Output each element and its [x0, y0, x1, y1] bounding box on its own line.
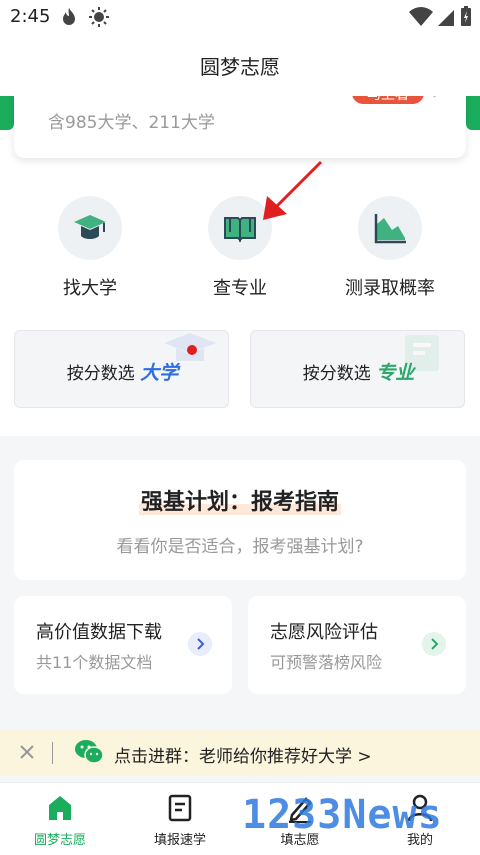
- page-title: 圆梦志愿: [200, 55, 280, 79]
- guide-subtitle: 看看你是否适合，报考强基计划?: [116, 537, 364, 557]
- quick-admission-probability[interactable]: 测录取概率: [320, 196, 460, 306]
- quick-find-university[interactable]: 找大学: [20, 196, 160, 306]
- strong-base-guide-card[interactable]: 强基计划：报考指南 看看你是否适合，报考强基计划?: [14, 460, 466, 580]
- carousel-edge-left: [0, 96, 14, 130]
- select-university-by-score-button[interactable]: 按分数选 大学: [14, 330, 229, 408]
- signal-icon: [438, 10, 454, 26]
- wifi-icon: [409, 7, 433, 26]
- select-major-by-score-button[interactable]: 按分数选 专业: [250, 330, 465, 408]
- tab-quick-learn[interactable]: 填报速学: [120, 783, 240, 855]
- sun-icon: [89, 7, 109, 27]
- app-header: 圆梦志愿: [0, 34, 480, 96]
- area-chart-icon: [374, 214, 406, 244]
- join-group-banner[interactable]: 点击进群：老师给你推荐好大学 >: [0, 730, 480, 776]
- score-card-text: 按分数选 大学: [15, 358, 228, 385]
- divider: [52, 742, 53, 764]
- quick-label: 找大学: [63, 278, 117, 299]
- score-highlight: 大学: [140, 362, 179, 384]
- tab-label: 圆梦志愿: [33, 833, 86, 848]
- status-bar: 2:45: [0, 0, 480, 34]
- top-panel: 马上看 含985大学、211大学 找大学: [0, 96, 480, 436]
- risk-assessment-card[interactable]: 志愿风险评估 可预警落榜风险: [248, 596, 466, 694]
- join-group-text: 点击进群：老师给你推荐好大学 >: [114, 747, 372, 767]
- guide-title-text: 强基计划：报考指南: [138, 490, 341, 515]
- open-book-icon: [224, 217, 256, 243]
- graduation-cap-icon: [74, 215, 106, 239]
- feature-title: 高价值数据下载: [36, 622, 162, 643]
- data-download-card[interactable]: 高价值数据下载 共11个数据文档: [14, 596, 232, 694]
- watermark: 1233News: [242, 792, 443, 838]
- flame-icon: [63, 8, 75, 25]
- quick-icon-circle: [58, 196, 122, 260]
- view-now-button[interactable]: 马上看: [352, 96, 424, 104]
- battery-icon: [461, 6, 471, 26]
- banner-subtitle: 含985大学、211大学: [48, 113, 215, 133]
- banner-card[interactable]: 马上看 含985大学、211大学: [14, 96, 466, 158]
- guide-title: 强基计划：报考指南: [14, 484, 466, 516]
- document-icon: [168, 794, 192, 822]
- tab-home[interactable]: 圆梦志愿: [0, 783, 120, 855]
- score-highlight: 专业: [376, 362, 415, 384]
- score-prefix: 按分数选: [302, 364, 371, 384]
- annotation-arrow-icon: [263, 160, 323, 220]
- score-prefix: 按分数选: [66, 364, 135, 384]
- home-icon: [49, 796, 71, 820]
- status-time: 2:45: [10, 6, 51, 27]
- feature-title: 志愿风险评估: [270, 622, 378, 643]
- chevron-right-icon[interactable]: [422, 632, 446, 656]
- notification-dot: [187, 345, 197, 355]
- chevron-right-icon: [433, 96, 437, 98]
- wechat-icon: [75, 740, 104, 764]
- feature-subtitle: 共11个数据文档: [36, 653, 153, 672]
- tab-label: 填报速学: [153, 833, 206, 848]
- chevron-right-icon[interactable]: [188, 632, 212, 656]
- quick-label: 测录取概率: [345, 278, 435, 299]
- quick-icon-circle: [358, 196, 422, 260]
- carousel-edge-right: [466, 96, 480, 130]
- feature-subtitle: 可预警落榜风险: [270, 653, 383, 672]
- main-content[interactable]: 马上看 含985大学、211大学 找大学: [0, 96, 480, 782]
- close-icon[interactable]: [18, 743, 36, 761]
- quick-label: 查专业: [213, 278, 267, 299]
- score-card-text: 按分数选 专业: [251, 358, 464, 385]
